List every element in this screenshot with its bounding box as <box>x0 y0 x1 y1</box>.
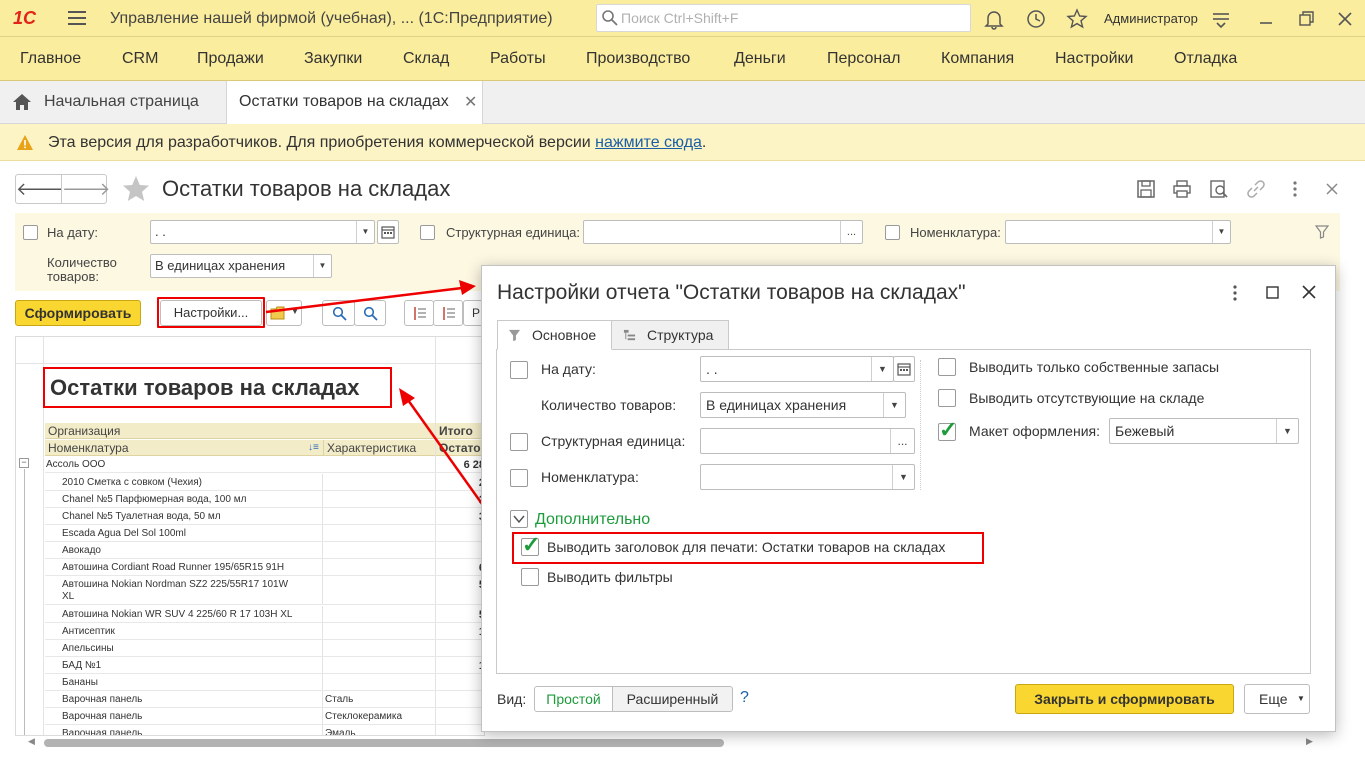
dropdown-arrow-icon[interactable]: ▼ <box>892 465 914 489</box>
chevron-down-icon <box>513 515 525 524</box>
view-extended-button[interactable]: Расширенный <box>612 686 733 712</box>
dialog-nomenclature-field[interactable]: ▼ <box>700 464 915 490</box>
view-simple-button[interactable]: Простой <box>534 686 613 712</box>
layout-select[interactable]: Бежевый ▼ <box>1109 418 1299 444</box>
layout-label: Макет оформления: <box>969 423 1100 439</box>
dropdown-arrow-icon[interactable]: ▼ <box>1276 419 1298 443</box>
filter-funnel-icon <box>508 329 521 342</box>
dialog-date-label: На дату: <box>541 361 596 377</box>
tab-structure[interactable]: Структура <box>611 320 729 350</box>
help-icon[interactable]: ? <box>740 689 749 707</box>
dropdown-arrow-icon[interactable]: ▼ <box>871 357 893 381</box>
show-filters-checkbox[interactable] <box>521 568 539 586</box>
dialog-calendar-button[interactable] <box>893 356 915 382</box>
layout-checkbox[interactable]: ✓ <box>938 417 958 442</box>
tab-main[interactable]: Основное <box>497 320 612 350</box>
tab-main-panel: На дату: . . ▼ Количество товаров: В един… <box>496 349 1311 674</box>
structure-icon <box>623 329 636 341</box>
dialog-close-icon[interactable] <box>1300 283 1318 301</box>
select-more-button[interactable]: ... <box>890 429 914 453</box>
dialog-more-icon[interactable] <box>1226 284 1244 302</box>
view-label: Вид: <box>497 691 527 707</box>
dialog-unit-label: Структурная единица: <box>541 433 686 449</box>
dialog-qty-label: Количество товаров: <box>541 397 677 413</box>
missing-stock-label: Выводить отсутствующие на складе <box>969 390 1205 406</box>
highlight-frame <box>512 532 984 564</box>
calendar-icon <box>897 363 911 376</box>
dialog-title: Настройки отчета "Остатки товаров на скл… <box>497 281 966 304</box>
report-settings-dialog: Настройки отчета "Остатки товаров на скл… <box>481 265 1336 732</box>
close-and-generate-button[interactable]: Закрыть и сформировать <box>1015 684 1234 714</box>
own-stock-label: Выводить только собственные запасы <box>969 359 1220 375</box>
dropdown-arrow-icon[interactable]: ▼ <box>883 393 905 417</box>
own-stock-checkbox[interactable] <box>938 358 956 376</box>
dialog-qty-field[interactable]: В единицах хранения ▼ <box>700 392 906 418</box>
extra-group-title[interactable]: Дополнительно <box>535 511 650 529</box>
dialog-nomenclature-label: Номенклатура: <box>541 469 639 485</box>
maximize-icon[interactable] <box>1264 284 1282 302</box>
dialog-date-field[interactable]: . . ▼ <box>700 356 894 382</box>
checkmark-icon: ✓ <box>939 417 958 442</box>
dialog-unit-checkbox[interactable] <box>510 433 528 451</box>
show-filters-label: Выводить фильтры <box>547 569 673 585</box>
dialog-date-checkbox[interactable] <box>510 361 528 379</box>
dropdown-arrow-icon: ▼ <box>1297 694 1305 703</box>
collapse-extra-button[interactable] <box>510 510 528 528</box>
more-button[interactable]: Еще ▼ <box>1244 684 1310 714</box>
dialog-unit-field[interactable]: ... <box>700 428 915 454</box>
missing-stock-checkbox[interactable] <box>938 389 956 407</box>
dialog-nomenclature-checkbox[interactable] <box>510 469 528 487</box>
